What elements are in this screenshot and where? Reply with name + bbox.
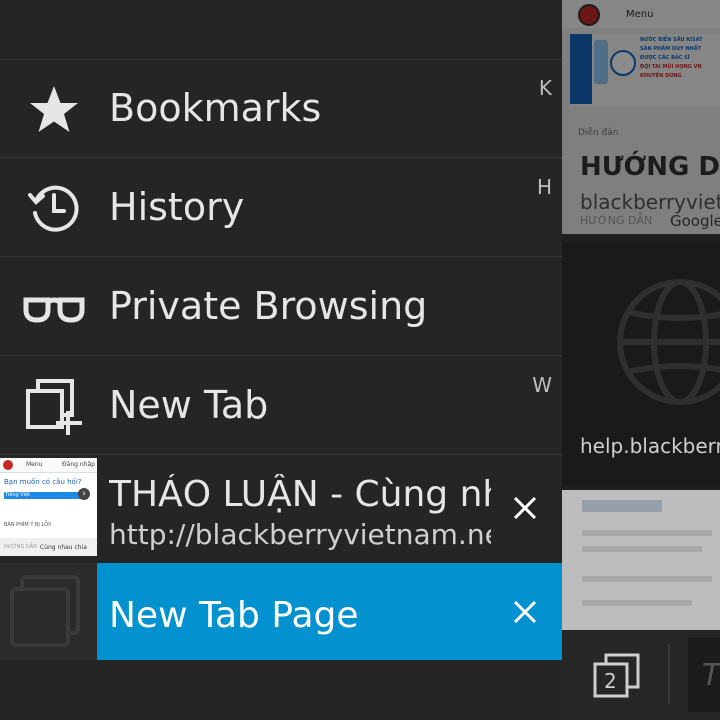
menu-item-label: New Tab: [109, 383, 269, 427]
globe-icon: [617, 279, 720, 405]
address-hint: T: [702, 658, 720, 693]
blank-tab-icon: [10, 575, 80, 647]
close-icon: [513, 600, 537, 624]
glasses-icon: [22, 280, 86, 336]
open-tab-item[interactable]: Menu Đăng nhập Bạn muốn có câu hỏi? Tiến…: [0, 458, 562, 556]
menu-item-label: Private Browsing: [109, 284, 428, 328]
menu-item-label: Bookmarks: [109, 86, 322, 130]
bar-divider: [668, 644, 670, 704]
thumb-sub-text: Tiếng Việt: [5, 492, 31, 498]
tab-count: 2: [604, 669, 617, 693]
menu-item-new-tab[interactable]: New Tab W: [0, 357, 562, 455]
tab-count-button[interactable]: 2: [592, 652, 642, 700]
shortcut-hint: H: [536, 175, 552, 199]
new-tab-icon: [22, 379, 86, 435]
thumb-link-text: BÀN PHÍM Ý BỊ LỖI!: [4, 522, 52, 528]
tab-title: New Tab Page: [109, 595, 359, 636]
thumb-footer-left: HƯỚNG DẪN: [4, 544, 37, 550]
bottom-action-bar: 2 T: [562, 630, 720, 720]
tabs-icon: [593, 653, 640, 698]
thumb-login-text: Đăng nhập: [62, 461, 95, 468]
tab-preview-card[interactable]: [562, 490, 720, 630]
tab-preview-card[interactable]: help.blackberry.com: [562, 242, 720, 486]
history-clock-icon: [22, 181, 86, 237]
tab-preview-card[interactable]: Menu NƯỚC BIỂN SÂU KISAT SẢN PHẨM DUY NH…: [562, 0, 720, 234]
browser-menu-panel: Bookmarks K History H Private Browsing N…: [0, 0, 562, 720]
menu-top-bar: [0, 0, 562, 60]
close-tab-button[interactable]: [508, 595, 542, 629]
menu-item-bookmarks[interactable]: Bookmarks K: [0, 60, 562, 158]
shortcut-hint: K: [538, 76, 552, 100]
tab-thumbnail: Menu Đăng nhập Bạn muốn có câu hỏi? Tiến…: [0, 458, 97, 556]
thumb-footer-right: Cùng nhau chia: [40, 544, 87, 551]
menu-item-private-browsing[interactable]: Private Browsing: [0, 258, 562, 356]
shortcut-hint: W: [532, 373, 552, 397]
menu-item-label: History: [109, 185, 245, 229]
close-tab-button[interactable]: [508, 491, 542, 525]
menu-item-history[interactable]: History H: [0, 159, 562, 257]
close-icon: [513, 496, 537, 520]
thumb-menu-text: Menu: [26, 461, 43, 468]
tab-url: http://blackberryvietnam.net: [109, 518, 491, 551]
tab-title: THẢO LUẬN - Cùng nhau chia sẻ: [109, 474, 491, 515]
page-preview-pane: Menu NƯỚC BIỂN SÂU KISAT SẢN PHẨM DUY NH…: [562, 0, 720, 720]
card-url: help.blackberry.com: [580, 434, 720, 458]
star-icon: [22, 82, 86, 138]
thumb-question-text: Bạn muốn có câu hỏi?: [4, 478, 82, 486]
address-bar[interactable]: T: [688, 638, 720, 712]
tab-thumbnail: [0, 563, 97, 660]
open-tab-item-active[interactable]: New Tab Page: [0, 563, 562, 660]
